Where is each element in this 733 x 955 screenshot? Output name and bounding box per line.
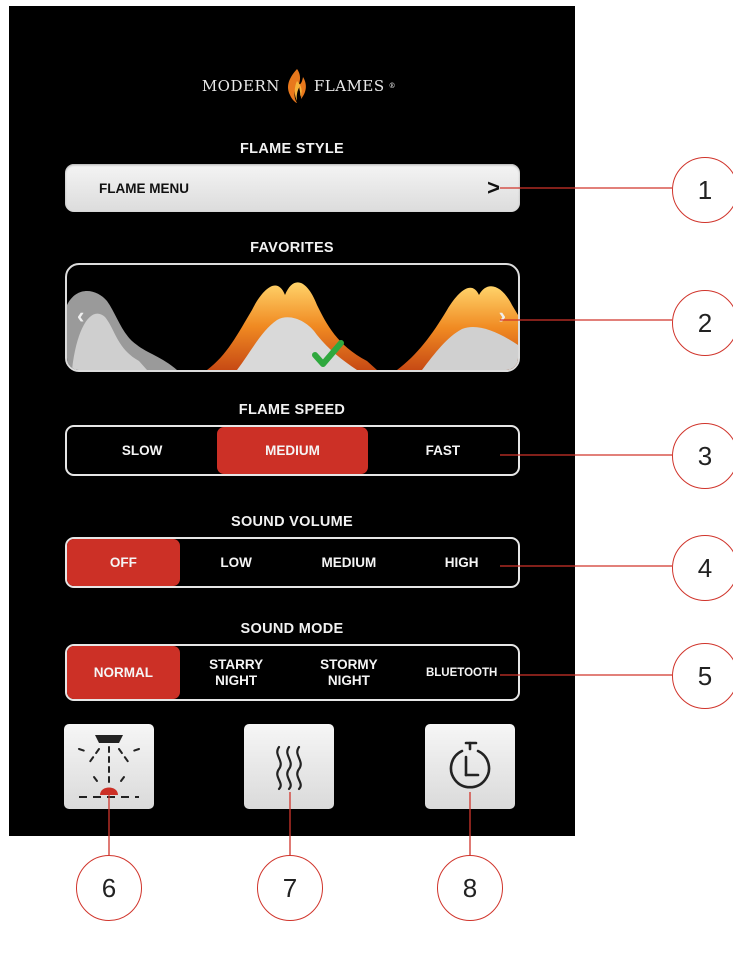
callout-8: 8 — [437, 855, 503, 921]
callout-4: 4 — [672, 535, 733, 601]
callout-5: 5 — [672, 643, 733, 709]
callout-lines — [108, 187, 672, 855]
callout-3: 3 — [672, 423, 733, 489]
callout-6: 6 — [76, 855, 142, 921]
callout-1: 1 — [672, 157, 733, 223]
callout-2: 2 — [672, 290, 733, 356]
callout-7: 7 — [257, 855, 323, 921]
